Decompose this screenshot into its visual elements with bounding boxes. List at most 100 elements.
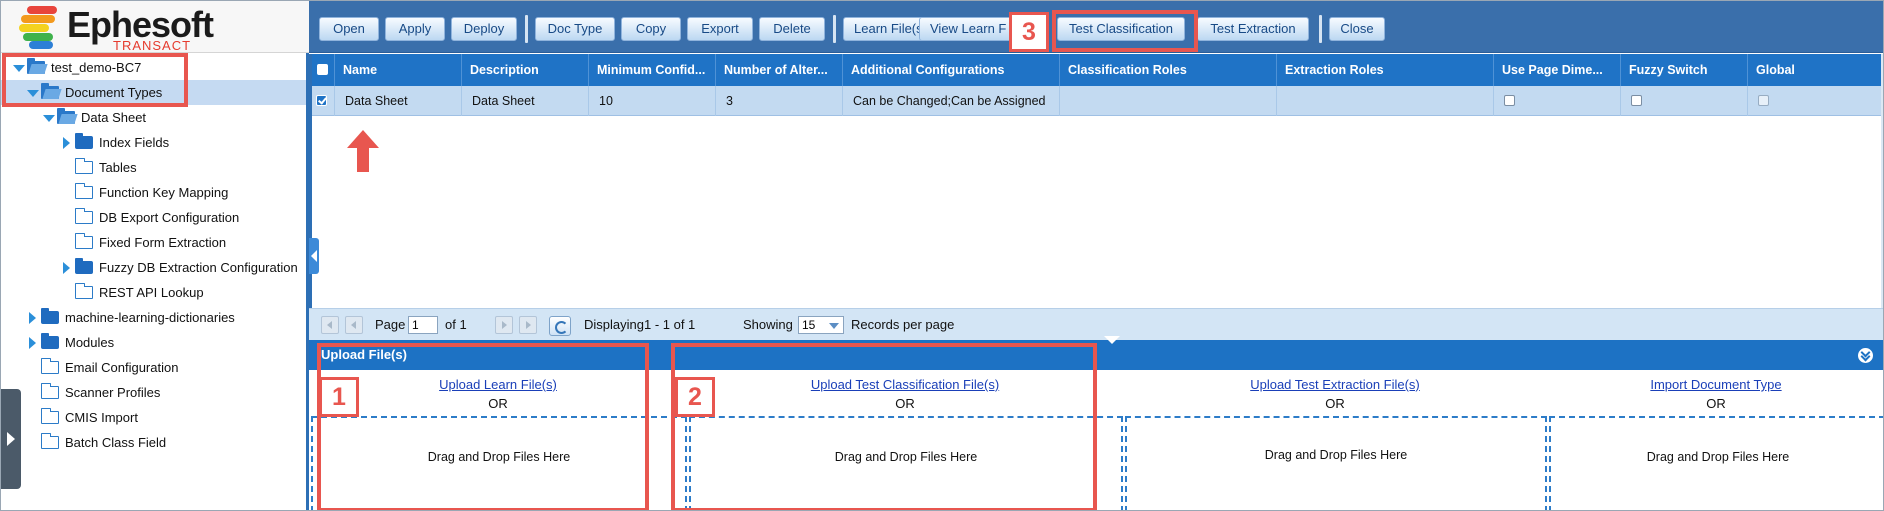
cell-minimum-confidence[interactable]: 10: [589, 86, 716, 116]
apply-button[interactable]: Apply: [385, 17, 445, 41]
toolbar: Open Apply Deploy Doc Type Copy Export D…: [309, 1, 1883, 53]
tree-node[interactable]: Batch Class Field: [1, 430, 306, 455]
page-number-input[interactable]: [408, 316, 438, 334]
tree-node-label: Batch Class Field: [65, 435, 167, 450]
copy-button[interactable]: Copy: [621, 17, 681, 41]
import-document-type-drop-zone[interactable]: Drag and Drop Files Here: [1549, 416, 1883, 510]
tree-node[interactable]: CMIS Import: [1, 405, 306, 430]
collapsed-caret-icon[interactable]: [25, 305, 39, 330]
tree-node[interactable]: machine-learning-dictionaries: [1, 305, 306, 330]
test-classification-button[interactable]: Test Classification: [1057, 17, 1185, 41]
grid-header: Name Description Minimum Confid... Numbe…: [309, 54, 1881, 86]
import-document-type-link[interactable]: Import Document Type: [1547, 377, 1883, 392]
fuzzy-switch-checkbox[interactable]: [1631, 95, 1642, 106]
test-extraction-drop-zone[interactable]: Drag and Drop Files Here: [1125, 416, 1547, 510]
doc-type-button[interactable]: Doc Type: [535, 17, 615, 41]
cell-classification-roles[interactable]: [1060, 86, 1277, 116]
folder-outline-icon: [40, 433, 59, 449]
column-header-extraction-roles[interactable]: Extraction Roles: [1277, 54, 1494, 86]
folder-outline-icon: [74, 233, 93, 249]
upload-learn-files-column: Upload Learn File(s) OR Drag and Drop Fi…: [309, 370, 687, 510]
expanded-caret-icon[interactable]: [25, 80, 39, 105]
upload-files-panel: Upload File(s) Upload Learn File(s) OR D…: [309, 336, 1883, 510]
column-header-description[interactable]: Description: [462, 54, 589, 86]
column-header-number-of-alternates[interactable]: Number of Alter...: [716, 54, 843, 86]
cell-number-of-alternates[interactable]: 3: [716, 86, 843, 116]
upload-test-extraction-link[interactable]: Upload Test Extraction File(s): [1123, 377, 1547, 392]
learn-files-drop-zone[interactable]: Drag and Drop Files Here: [311, 416, 687, 510]
folder-open-icon: [27, 58, 45, 74]
column-header-global[interactable]: Global: [1748, 54, 1881, 86]
drop-zone-text: Drag and Drop Files Here: [427, 450, 571, 464]
chevron-down-icon[interactable]: [829, 323, 839, 329]
column-header-minimum-confidence[interactable]: Minimum Confid...: [589, 54, 716, 86]
tree-node[interactable]: Scanner Profiles: [1, 380, 306, 405]
tree-node[interactable]: REST API Lookup: [1, 280, 306, 305]
cell-description[interactable]: Data Sheet: [462, 86, 589, 116]
test-extraction-button[interactable]: Test Extraction: [1197, 17, 1309, 41]
tree-node[interactable]: Tables: [1, 155, 306, 180]
test-classification-drop-zone[interactable]: Drag and Drop Files Here: [689, 416, 1123, 510]
upload-test-classification-column: Upload Test Classification File(s) OR Dr…: [687, 370, 1123, 510]
select-all-checkbox[interactable]: [317, 64, 328, 75]
cell-use-page-dimensions: [1494, 86, 1621, 116]
tree-node-label: Fixed Form Extraction: [99, 235, 227, 250]
expand-panel-handle[interactable]: [1, 389, 21, 489]
cell-extraction-roles[interactable]: [1277, 86, 1494, 116]
collapsed-caret-icon[interactable]: [25, 330, 39, 355]
refresh-icon[interactable]: [549, 316, 571, 336]
tree-node-label: CMIS Import: [65, 410, 138, 425]
folder-outline-icon: [74, 158, 93, 174]
or-text: OR: [1325, 396, 1345, 411]
cell-fuzzy-switch: [1621, 86, 1748, 116]
tree-node[interactable]: Function Key Mapping: [1, 180, 306, 205]
first-page-button[interactable]: [321, 316, 339, 334]
deploy-button[interactable]: Deploy: [451, 17, 517, 41]
tree-node-label: Email Configuration: [65, 360, 179, 375]
expanded-caret-icon[interactable]: [11, 55, 25, 80]
last-page-button[interactable]: [519, 316, 537, 334]
pagination-bar: Page of 1 Displaying1 - 1 of 1 Showing R…: [309, 308, 1883, 340]
collapsed-caret-icon[interactable]: [59, 255, 73, 280]
cell-additional-configurations[interactable]: Can be Changed;Can be Assigned: [843, 86, 1060, 116]
column-header-use-page-dimensions[interactable]: Use Page Dime...: [1494, 54, 1621, 86]
upload-learn-files-link[interactable]: Upload Learn File(s): [309, 377, 687, 392]
tree-node[interactable]: Fixed Form Extraction: [1, 230, 306, 255]
upload-test-classification-link[interactable]: Upload Test Classification File(s): [687, 377, 1123, 392]
tree-node[interactable]: Index Fields: [1, 130, 306, 155]
column-header-classification-roles[interactable]: Classification Roles: [1060, 54, 1277, 86]
folder-icon: [75, 258, 93, 274]
upload-panel-header: Upload File(s): [309, 336, 1883, 370]
tree-node[interactable]: Modules: [1, 330, 306, 355]
column-header-name[interactable]: Name: [335, 54, 462, 86]
tree-node[interactable]: DB Export Configuration: [1, 205, 306, 230]
table-row[interactable]: Data Sheet Data Sheet 10 3 Can be Change…: [309, 86, 1881, 116]
folder-outline-icon: [40, 358, 59, 374]
use-page-dimensions-checkbox[interactable]: [1504, 95, 1515, 106]
row-checkbox[interactable]: [316, 95, 327, 106]
tree-node[interactable]: Data Sheet: [1, 105, 306, 130]
splitter-handle[interactable]: [1104, 336, 1120, 344]
tree-node[interactable]: Email Configuration: [1, 355, 306, 380]
cell-name[interactable]: Data Sheet: [335, 86, 462, 116]
tree-node[interactable]: test_demo-BC7: [1, 55, 306, 80]
collapsed-caret-icon[interactable]: [59, 130, 73, 155]
global-checkbox[interactable]: [1758, 95, 1769, 106]
collapse-tree-handle[interactable]: [309, 238, 319, 274]
tree-node-label: machine-learning-dictionaries: [65, 310, 235, 325]
folder-icon: [75, 133, 93, 149]
column-header-additional-configurations[interactable]: Additional Configurations: [843, 54, 1060, 86]
close-button[interactable]: Close: [1329, 17, 1385, 41]
tree-node-label: Fuzzy DB Extraction Configuration: [99, 260, 298, 275]
tree-node[interactable]: Document Types: [1, 80, 306, 105]
delete-button[interactable]: Delete: [759, 17, 825, 41]
column-header-fuzzy-switch[interactable]: Fuzzy Switch: [1621, 54, 1748, 86]
collapse-panel-icon[interactable]: [1858, 348, 1873, 363]
next-page-button[interactable]: [495, 316, 513, 334]
tree-node[interactable]: Fuzzy DB Extraction Configuration: [1, 255, 306, 280]
expanded-caret-icon[interactable]: [41, 105, 55, 130]
previous-page-button[interactable]: [345, 316, 363, 334]
showing-label: Showing: [743, 317, 793, 332]
export-button[interactable]: Export: [687, 17, 753, 41]
open-button[interactable]: Open: [319, 17, 379, 41]
